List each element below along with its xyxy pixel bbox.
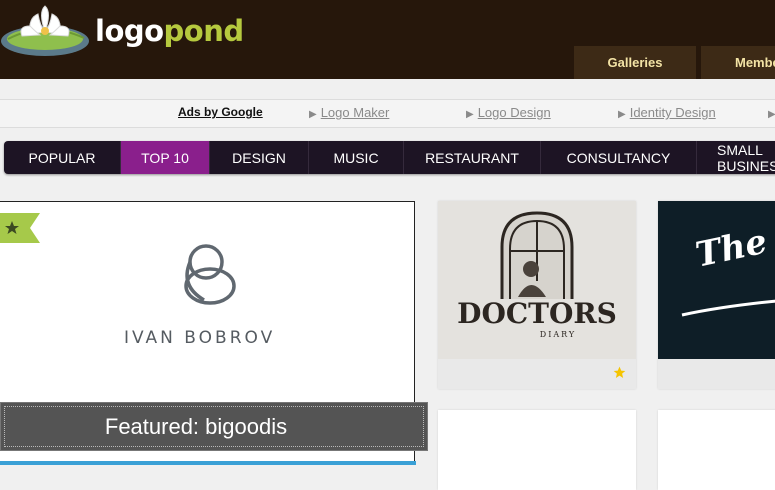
ivan-bobrov-monogram-icon (184, 244, 236, 305)
tab-restaurant[interactable]: RESTAURANT (404, 141, 541, 174)
tab-music[interactable]: MUSIC (309, 141, 404, 174)
thumbnail-footer (438, 359, 636, 389)
thumb-subtitle: DIARY (540, 330, 576, 339)
ad-link-identity-design[interactable]: ▶ Identity Design (618, 105, 716, 120)
tab-top-10[interactable]: TOP 10 (121, 141, 210, 174)
logo-wordmark[interactable]: logopond (95, 14, 244, 48)
play-arrow-icon: ▶ (466, 109, 474, 120)
ad-link-more[interactable]: ▶ (768, 105, 775, 120)
ads-by-google-link[interactable]: Ads by Google (178, 105, 263, 119)
logo-thumbnail[interactable] (658, 410, 775, 490)
ad-link-label: Logo Maker (320, 105, 390, 120)
ribbon-star-icon (0, 213, 40, 243)
tab-small-business[interactable]: SMALL BUSINESS (697, 141, 775, 174)
site-header: logopond Galleries Members (0, 0, 775, 79)
tab-galleries[interactable]: Galleries (574, 46, 696, 79)
star-icon[interactable] (613, 366, 626, 379)
featured-brand-name: IVAN BOBROV (124, 328, 276, 348)
tab-design[interactable]: DESIGN (210, 141, 309, 174)
featured-caption[interactable]: Featured: bigoodis (0, 402, 428, 451)
logo-thumbnail[interactable]: The Challe (658, 201, 775, 389)
water-lily-logo-icon[interactable] (0, 4, 92, 60)
tab-members[interactable]: Members (701, 46, 775, 79)
ad-link-logo-maker[interactable]: ▶ Logo Maker (309, 105, 389, 120)
play-arrow-icon: ▶ (309, 109, 317, 120)
logo-part-2: pond (163, 14, 245, 48)
logo-thumbnail[interactable]: DOCTORS DIARY (438, 201, 636, 389)
logo-thumbnail[interactable] (438, 410, 636, 490)
featured-bottom-bar (0, 461, 416, 465)
the-challenge-logo-image: The Challe (658, 201, 775, 359)
ad-link-label: Identity Design (629, 105, 716, 120)
play-arrow-icon: ▶ (618, 109, 626, 120)
play-arrow-icon: ▶ (768, 109, 775, 120)
thumb-title: DOCTORS (457, 297, 617, 330)
ad-bar: Ads by Google ▶ Logo Maker ▶ Logo Design ▶… (0, 99, 775, 128)
tab-popular[interactable]: POPULAR (4, 141, 121, 174)
doctors-diary-logo-image: DOCTORS DIARY (438, 201, 636, 359)
tab-consultancy[interactable]: CONSULTANCY (541, 141, 697, 174)
ad-link-label: Logo Design (477, 105, 551, 120)
ad-link-logo-design[interactable]: ▶ Logo Design (466, 105, 551, 120)
logo-part-1: logo (95, 14, 164, 48)
category-nav: POPULAR TOP 10 DESIGN MUSIC RESTAURANT C… (4, 141, 775, 174)
thumbnail-footer (658, 359, 775, 389)
